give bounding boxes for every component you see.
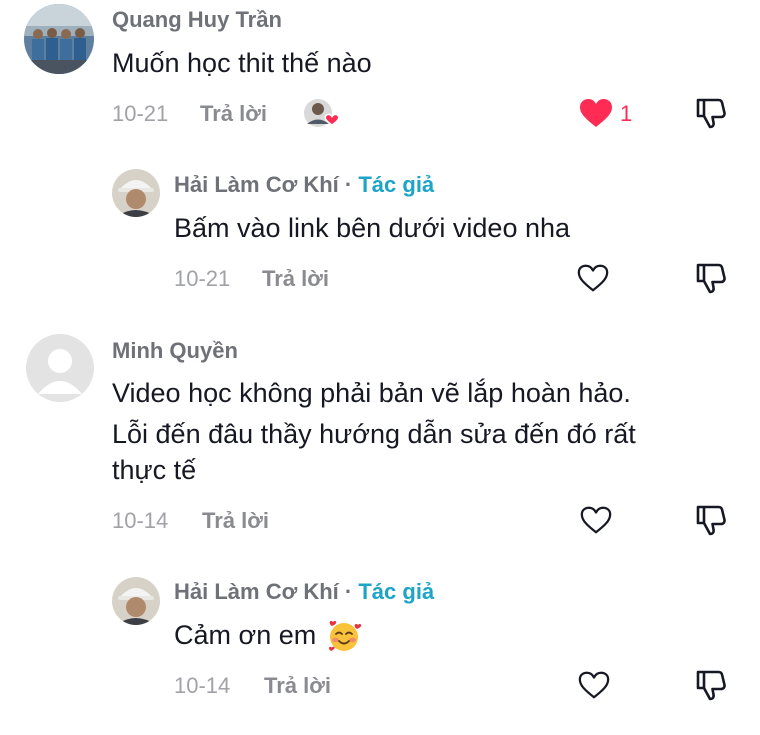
author-badge: Tác giả — [358, 579, 435, 604]
comment-date: 10-14 — [112, 508, 169, 533]
comment-username[interactable]: Minh Quyền — [112, 338, 238, 364]
like-button[interactable] — [576, 262, 610, 294]
avatar[interactable] — [24, 4, 94, 74]
comment-username[interactable]: Quang Huy Trần — [112, 7, 282, 33]
avatar[interactable] — [112, 169, 160, 217]
comment-text-line: Lỗi đến đâu thầy hướng dẫn sửa đến đó rấ… — [112, 419, 636, 449]
comment-text-line: thực tế — [112, 455, 197, 485]
dislike-button[interactable] — [694, 96, 728, 130]
reply-text-content: Cảm ơn em — [174, 620, 317, 650]
reply-button[interactable]: Trả lời — [262, 266, 329, 292]
default-avatar-icon — [26, 334, 94, 402]
author-separator: · — [344, 579, 353, 604]
comment-text: Muốn học thit thế nào — [112, 48, 372, 78]
smiling-face-with-hearts-icon — [329, 620, 362, 651]
reply-button[interactable]: Trả lời — [264, 673, 331, 699]
reply-username[interactable]: Hải Làm Cơ Khí — [174, 172, 339, 197]
author-badge: Tác giả — [358, 172, 435, 197]
heart-outline-icon — [577, 264, 609, 292]
comment-date: 10-21 — [112, 101, 169, 126]
creator-liked-indicator — [302, 97, 342, 131]
dislike-button[interactable] — [694, 261, 728, 295]
reply-text: Cảm ơn em — [174, 617, 362, 654]
like-button[interactable] — [578, 97, 614, 129]
comment-text-line: Video học không phải bản vẽ lắp hoàn hảo… — [112, 378, 631, 408]
reply-username-row: Hải Làm Cơ Khí · Tác giả — [174, 172, 434, 198]
reply-text: Bấm vào link bên dưới video nha — [174, 213, 571, 243]
dislike-button[interactable] — [694, 668, 728, 702]
like-count: 1 — [620, 101, 633, 126]
heart-outline-icon — [578, 671, 610, 699]
thumbs-down-icon — [696, 263, 726, 294]
heart-outline-icon — [580, 506, 612, 534]
heart-filled-icon — [580, 99, 612, 127]
thumbs-down-icon — [696, 505, 726, 536]
reply-username[interactable]: Hải Làm Cơ Khí — [174, 579, 339, 604]
reply-username-row: Hải Làm Cơ Khí · Tác giả — [174, 579, 434, 605]
author-avatar-image — [112, 577, 160, 625]
thumbs-down-icon — [696, 98, 726, 129]
reply-date: 10-21 — [174, 266, 231, 291]
reply-button[interactable]: Trả lời — [202, 508, 269, 534]
thumbs-down-icon — [696, 670, 726, 701]
reply-date: 10-14 — [174, 673, 231, 698]
like-button[interactable] — [577, 669, 611, 701]
avatar[interactable] — [112, 577, 160, 625]
creator-like-badge-icon — [304, 99, 340, 127]
group-photo-avatar-image — [24, 4, 94, 74]
reply-button[interactable]: Trả lời — [200, 101, 267, 127]
avatar[interactable] — [26, 334, 94, 402]
author-avatar-image — [112, 169, 160, 217]
dislike-button[interactable] — [694, 503, 728, 537]
author-separator: · — [344, 172, 353, 197]
like-button[interactable] — [579, 504, 613, 536]
